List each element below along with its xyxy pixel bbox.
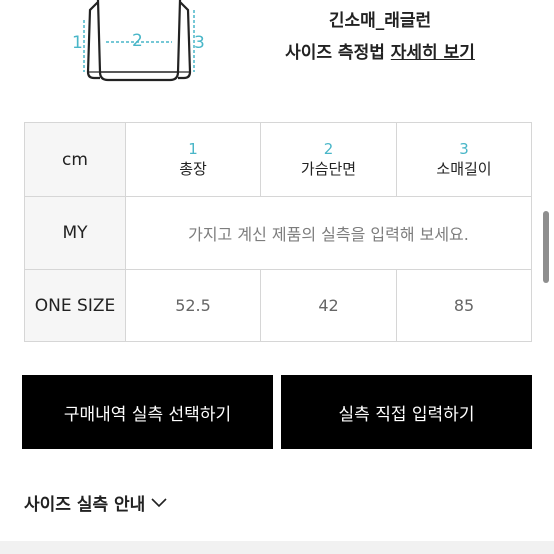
column-name: 가슴단면 xyxy=(300,159,357,178)
value-length: 52.5 xyxy=(125,269,261,342)
unit-label: cm xyxy=(24,122,126,197)
bottom-divider xyxy=(0,541,554,554)
my-size-input-cell[interactable]: 가지고 계신 제품의 실측을 입력해 보세요. xyxy=(125,196,532,270)
product-fit-title: 긴소매_래글런 xyxy=(328,11,432,31)
row-label-my: MY xyxy=(24,196,126,270)
select-purchase-measurement-button[interactable]: 구매내역 실측 선택하기 xyxy=(22,375,273,449)
diagram-label-1: 1 xyxy=(72,33,83,53)
table-row-my: MY 가지고 계신 제품의 실측을 입력해 보세요. xyxy=(24,196,532,270)
diagram-label-3: 3 xyxy=(194,33,205,53)
column-number: 3 xyxy=(459,139,469,158)
chevron-down-icon xyxy=(151,497,167,507)
row-label-one-size: ONE SIZE xyxy=(24,269,126,342)
measure-method-text: 사이즈 측정법 xyxy=(285,43,385,63)
table-row-one-size: ONE SIZE 52.5 42 85 xyxy=(24,269,532,342)
measure-details-link[interactable]: 자세히 보기 xyxy=(391,43,475,63)
value-sleeve: 85 xyxy=(396,269,532,342)
column-header-sleeve: 3 소매길이 xyxy=(396,122,532,197)
column-name: 총장 xyxy=(179,159,207,178)
size-info-header: 1 2 3 긴소매_래글런 사이즈 측정법 자세히 보기 xyxy=(0,0,554,100)
size-table: cm 1 총장 2 가슴단면 3 소매길이 MY 가지고 계신 제품의 실측을 … xyxy=(24,122,532,342)
column-header-chest: 2 가슴단면 xyxy=(260,122,397,197)
my-size-placeholder: 가지고 계신 제품의 실측을 입력해 보세요. xyxy=(188,225,469,244)
measure-method-line: 사이즈 측정법 자세히 보기 xyxy=(262,38,498,63)
value-chest: 42 xyxy=(260,269,397,342)
column-number: 2 xyxy=(323,139,334,158)
scrollbar-thumb[interactable] xyxy=(543,211,549,283)
diagram-label-2: 2 xyxy=(132,31,143,51)
size-guide-label: 사이즈 실측 안내 xyxy=(24,495,146,515)
column-number: 1 xyxy=(188,139,198,158)
size-guide-toggle[interactable]: 사이즈 실측 안내 xyxy=(24,490,168,515)
column-name: 소매길이 xyxy=(436,159,492,178)
column-header-length: 1 총장 xyxy=(125,122,261,197)
direct-input-measurement-button[interactable]: 실측 직접 입력하기 xyxy=(281,375,532,449)
garment-measurement-diagram: 1 2 3 xyxy=(60,0,220,90)
table-header-row: cm 1 총장 2 가슴단면 3 소매길이 xyxy=(24,122,532,197)
